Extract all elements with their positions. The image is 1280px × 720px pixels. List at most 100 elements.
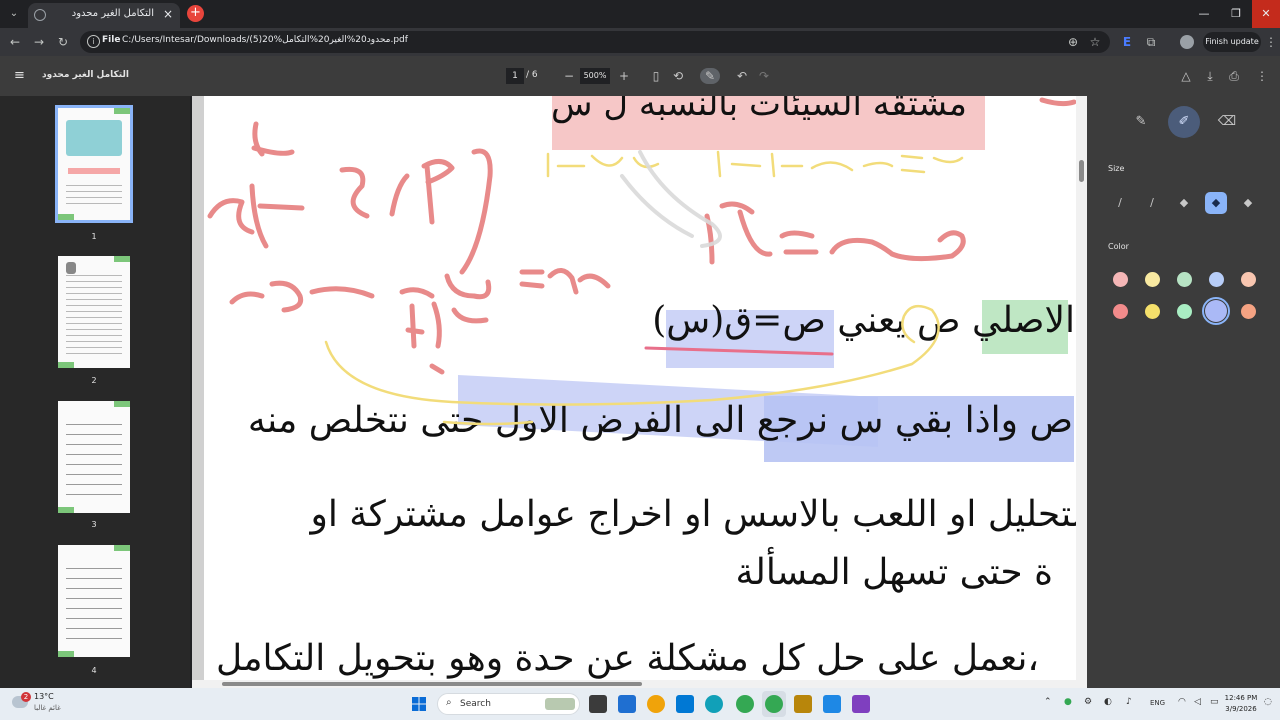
- browser-menu-icon[interactable]: ⋮: [1262, 33, 1280, 51]
- color-swatch[interactable]: [1112, 303, 1128, 319]
- print-icon[interactable]: ⎙: [1226, 68, 1242, 84]
- color-swatch[interactable]: [1112, 271, 1128, 287]
- back-icon[interactable]: ←: [6, 33, 24, 51]
- tray-chevron-icon[interactable]: ⌃: [1044, 697, 1052, 707]
- pdf-page[interactable]: مشتقه السيئات بالنسبه ل س الاصلي ص يعني …: [192, 96, 1087, 680]
- tray-app-icon[interactable]: ●: [1064, 697, 1072, 707]
- forward-icon[interactable]: →: [30, 33, 48, 51]
- thumbnail-label: 2: [91, 376, 97, 385]
- page-thumbnail-2[interactable]: [58, 256, 130, 368]
- vscode-icon[interactable]: [823, 695, 841, 713]
- tray-app-icon[interactable]: ◐: [1104, 697, 1112, 707]
- chrome-active-icon[interactable]: [765, 695, 783, 713]
- mail-app-icon[interactable]: [618, 695, 636, 713]
- color-swatch[interactable]: [1176, 271, 1192, 287]
- store-app-icon[interactable]: [676, 695, 694, 713]
- task-view-icon[interactable]: [589, 695, 607, 713]
- new-tab-button[interactable]: +: [187, 5, 204, 22]
- info-icon[interactable]: i: [87, 35, 100, 48]
- maximize-button[interactable]: ❐: [1220, 0, 1252, 28]
- edge-icon[interactable]: [705, 695, 723, 713]
- page-thumbnail-4[interactable]: [58, 545, 130, 657]
- battery-icon[interactable]: ▭: [1210, 697, 1219, 707]
- sublime-icon[interactable]: [794, 695, 812, 713]
- size-option-5[interactable]: ◆: [1237, 192, 1259, 214]
- extension-e-icon[interactable]: E: [1118, 33, 1136, 51]
- clock[interactable]: 12:46 PM 3/9/2026: [1222, 693, 1260, 715]
- globe-icon: [34, 9, 46, 21]
- reload-icon[interactable]: ↻: [54, 33, 72, 51]
- chrome-icon[interactable]: [736, 695, 754, 713]
- size-option-2[interactable]: ∕: [1141, 192, 1163, 214]
- volume-icon[interactable]: ◁: [1194, 697, 1201, 707]
- tab-search-icon[interactable]: ⌄: [6, 6, 22, 22]
- pen-tool-icon[interactable]: ✎: [1125, 106, 1157, 138]
- photos-app-icon[interactable]: [647, 695, 665, 713]
- page-thumbnail-1[interactable]: [55, 105, 133, 223]
- notification-badge: 2: [21, 692, 31, 702]
- undo-icon[interactable]: ↶: [734, 68, 750, 84]
- extensions-puzzle-icon[interactable]: ⧉: [1142, 33, 1160, 51]
- rotate-icon[interactable]: ⟲: [670, 68, 686, 84]
- thumbnail-label: 3: [91, 520, 97, 529]
- scrollbar-thumb[interactable]: [222, 682, 642, 686]
- color-label: Color: [1108, 242, 1129, 251]
- close-tab-icon[interactable]: ×: [163, 7, 173, 21]
- more-options-icon[interactable]: ⋮: [1254, 68, 1270, 84]
- color-swatch[interactable]: [1176, 303, 1192, 319]
- vertical-scrollbar[interactable]: [1076, 96, 1087, 688]
- download-icon[interactable]: ⤓: [1202, 68, 1218, 84]
- color-swatch[interactable]: [1144, 271, 1160, 287]
- finish-update-button[interactable]: Finish update: [1203, 32, 1261, 52]
- horizontal-scrollbar[interactable]: [192, 680, 1076, 688]
- fit-page-icon[interactable]: ▯: [648, 68, 664, 84]
- language-indicator[interactable]: ENG: [1150, 699, 1165, 707]
- size-label: Size: [1108, 164, 1125, 173]
- thumbnail-label: 1: [91, 232, 97, 241]
- visual-studio-icon[interactable]: [852, 695, 870, 713]
- eraser-tool-icon[interactable]: ⌫: [1211, 106, 1243, 138]
- taskbar-search[interactable]: ⌕ Search: [437, 693, 580, 715]
- browser-tab[interactable]: التكامل الغير محدود ×: [28, 3, 180, 28]
- microphone-icon[interactable]: ♪: [1126, 697, 1132, 707]
- close-window-button[interactable]: ✕: [1252, 0, 1280, 28]
- color-swatch[interactable]: [1240, 303, 1256, 319]
- minimize-button[interactable]: —: [1188, 0, 1220, 28]
- highlighter-tool-icon[interactable]: ✐: [1168, 106, 1200, 138]
- redo-icon[interactable]: ↷: [756, 68, 772, 84]
- taskbar: 2 13°C غائم غالبا ⌕ Search ⌃ ● ⚙ ◐ ♪ ENG…: [0, 688, 1280, 720]
- pdf-toolbar: ≡ التكامل الغير محدود 1 / 6 − 500% + ▯ ⟲…: [0, 56, 1280, 96]
- clock-date: 3/9/2026: [1225, 705, 1257, 713]
- url-text[interactable]: C:/Users/Intesar/Downloads/(5)20%محدود20…: [122, 35, 408, 45]
- size-option-3[interactable]: ◆: [1173, 192, 1195, 214]
- annotate-pen-icon[interactable]: ✎: [700, 68, 720, 84]
- save-drive-icon[interactable]: △: [1178, 68, 1194, 84]
- zoom-level-input[interactable]: 500%: [580, 68, 610, 84]
- profile-avatar[interactable]: [1180, 35, 1194, 49]
- size-option-1[interactable]: ∕: [1109, 192, 1131, 214]
- color-swatch[interactable]: [1144, 303, 1160, 319]
- color-swatch[interactable]: [1202, 297, 1230, 325]
- search-icon: ⌕: [446, 697, 452, 708]
- weather-description[interactable]: غائم غالبا: [34, 704, 61, 712]
- scrollbar-thumb[interactable]: [1079, 160, 1084, 182]
- color-swatch[interactable]: [1208, 271, 1224, 287]
- search-label: Search: [460, 699, 491, 709]
- address-bar[interactable]: i File C:/Users/Intesar/Downloads/(5)20%…: [80, 31, 1110, 53]
- page-thumbnail-3[interactable]: [58, 401, 130, 513]
- page-number-input[interactable]: 1: [506, 68, 524, 84]
- wifi-icon[interactable]: ◠: [1178, 697, 1186, 707]
- search-highlight-image: [545, 698, 575, 710]
- hamburger-menu-icon[interactable]: ≡: [14, 68, 25, 83]
- bookmark-star-icon[interactable]: ☆: [1086, 33, 1104, 51]
- notifications-icon[interactable]: ◌: [1264, 697, 1272, 707]
- weather-temperature[interactable]: 13°C: [34, 692, 54, 701]
- zoom-in-icon[interactable]: +: [616, 68, 632, 84]
- color-swatch[interactable]: [1240, 271, 1256, 287]
- windows-start-icon[interactable]: [412, 697, 426, 711]
- size-option-4[interactable]: ◆: [1205, 192, 1227, 214]
- tray-app-icon[interactable]: ⚙: [1084, 697, 1092, 707]
- zoom-out-icon[interactable]: −: [561, 68, 577, 84]
- annotation-panel: ✎ ✐ ⌫ Size ∕ ∕ ◆ ◆ ◆ Color: [1087, 96, 1280, 688]
- zoom-icon[interactable]: ⊕: [1064, 33, 1082, 51]
